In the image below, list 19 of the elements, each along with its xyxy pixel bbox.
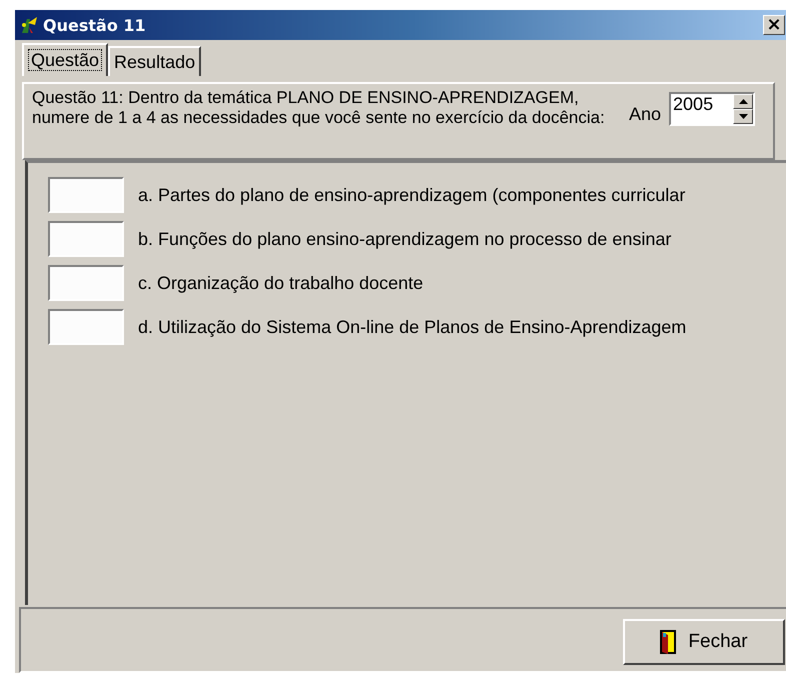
door-icon xyxy=(660,630,676,654)
tab[interactable]: Questão xyxy=(22,43,108,76)
number-field[interactable] xyxy=(48,177,124,213)
item-label: c. Organização do trabalho docente xyxy=(138,272,424,294)
number-field[interactable] xyxy=(48,265,124,301)
number-field[interactable] xyxy=(48,309,124,345)
close-button[interactable]: × xyxy=(763,15,785,35)
item-label: b. Funções do plano ensino-aprendizagem no processo de ensinar xyxy=(138,228,672,250)
spin-arrows-icon xyxy=(733,94,754,124)
app-icon xyxy=(19,15,39,35)
item-label: a. Partes do plano de ensino-aprendizagem (componentes curricular xyxy=(138,184,686,206)
year-label: Ano xyxy=(629,104,662,125)
year-spinner[interactable]: 2005 xyxy=(669,92,756,126)
close-dialog-button[interactable]: Fechar xyxy=(623,619,785,665)
window-title: Questão 11 xyxy=(43,16,147,34)
tab[interactable]: Resultado xyxy=(108,46,202,76)
item-label: d. Utilização do Sistema On-line de Planos de Ensino-Aprendizagem xyxy=(138,316,686,338)
number-field[interactable] xyxy=(48,221,124,257)
question-text: Questão 11: Dentro da temática PLANO DE ENSINO-APRENDIZAGEM, numere de 1 a 4 as necessidades que você sente no exercício da docência: xyxy=(32,88,606,128)
